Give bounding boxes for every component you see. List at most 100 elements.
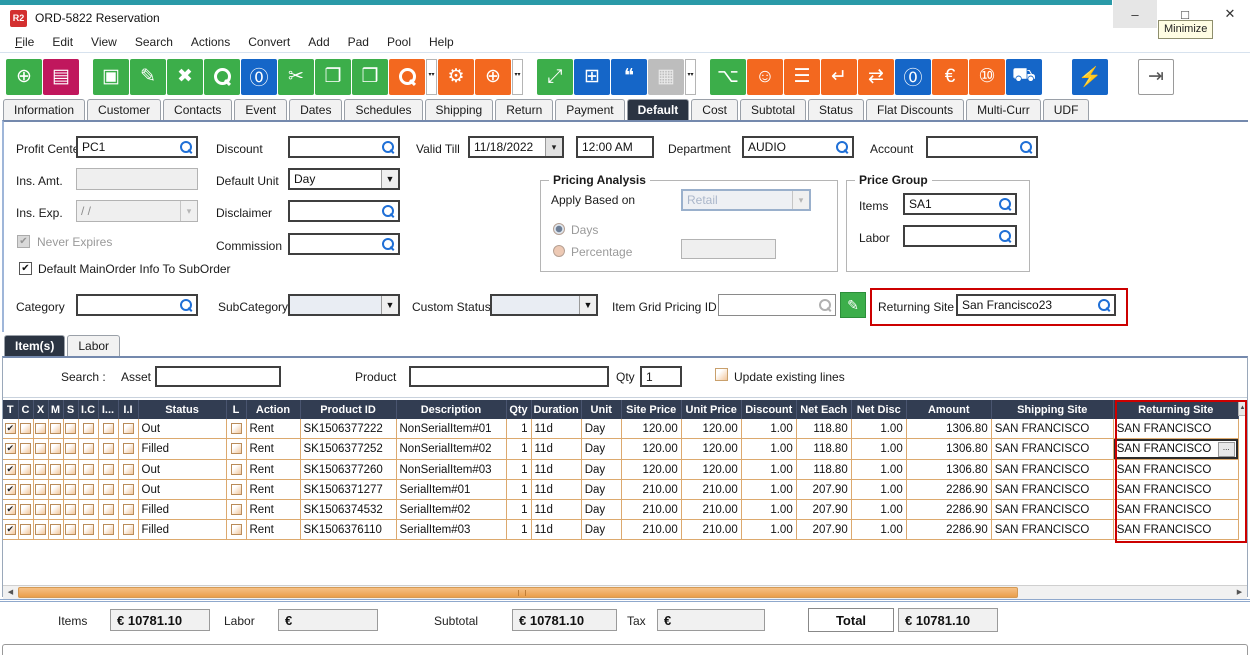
cell-check-I.C[interactable] xyxy=(78,480,98,500)
cut-icon[interactable]: ✂ xyxy=(278,59,314,95)
default-unit-dropdown[interactable]: Day ▼ xyxy=(288,168,400,190)
add-po-icon[interactable]: ⊕ xyxy=(475,59,511,95)
col-amount[interactable]: Amount xyxy=(906,400,991,419)
cell-product-id[interactable]: SK1506374532 xyxy=(300,500,396,520)
paste-icon[interactable]: ❒ xyxy=(352,59,388,95)
cell-net-disc[interactable]: 1.00 xyxy=(851,460,906,480)
copy-icon[interactable]: ❐ xyxy=(315,59,351,95)
cell-check-T[interactable]: ✔ xyxy=(3,419,18,439)
row-checkbox[interactable] xyxy=(123,524,134,535)
product-input[interactable] xyxy=(409,366,609,387)
cell-unit-price[interactable]: 120.00 xyxy=(681,460,741,480)
exchange-box-icon[interactable]: ⇄ xyxy=(858,59,894,95)
cell-check-T[interactable]: ✔ xyxy=(3,520,18,540)
cell-status[interactable]: Out xyxy=(138,419,226,439)
menu-view[interactable]: View xyxy=(82,35,126,49)
cell-l[interactable] xyxy=(226,439,246,460)
cell-product-id[interactable]: SK1506377260 xyxy=(300,460,396,480)
cell-unit[interactable]: Day xyxy=(581,439,621,460)
col-i-[interactable]: I... xyxy=(98,400,118,419)
row-checkbox[interactable] xyxy=(103,443,114,454)
menu-actions[interactable]: Actions xyxy=(182,35,239,49)
cell-unit[interactable]: Day xyxy=(581,460,621,480)
row-checkbox[interactable] xyxy=(123,464,134,475)
cell-shipping-site[interactable]: SAN FRANCISCO xyxy=(991,480,1113,500)
cell-check-I.I[interactable] xyxy=(118,480,138,500)
cell-description[interactable]: NonSerialItem#01 xyxy=(396,419,506,439)
col-status[interactable]: Status xyxy=(138,400,226,419)
cell-check-M[interactable] xyxy=(48,520,63,540)
grid-vertical-scroll-up[interactable]: ▲ xyxy=(1238,401,1247,416)
category-field[interactable] xyxy=(76,294,198,316)
cell-site-price[interactable]: 210.00 xyxy=(621,520,681,540)
col-c[interactable]: C xyxy=(18,400,33,419)
tab-return[interactable]: Return xyxy=(495,99,553,121)
cell-returning-site[interactable]: SAN FRANCISCO xyxy=(1113,520,1238,540)
row-checkbox[interactable] xyxy=(35,423,46,434)
cell-product-id[interactable]: SK1506371277 xyxy=(300,480,396,500)
menu-convert[interactable]: Convert xyxy=(239,35,299,49)
cell-check-X[interactable] xyxy=(33,480,48,500)
row-checkbox[interactable] xyxy=(50,464,61,475)
scroll-right-icon[interactable]: ▶ xyxy=(1233,587,1246,598)
hierarchy-icon[interactable]: ⌥ xyxy=(710,59,746,95)
cell-product-id[interactable]: SK1506376110 xyxy=(300,520,396,540)
cell-check-I.C[interactable] xyxy=(78,460,98,480)
col-product-id[interactable]: Product ID xyxy=(300,400,396,419)
profit-center-search-icon[interactable] xyxy=(180,141,192,153)
row-checkbox[interactable]: ✔ xyxy=(5,423,16,434)
row-checkbox[interactable] xyxy=(231,464,242,475)
cell-qty[interactable]: 1 xyxy=(506,500,531,520)
grid-horizontal-scrollbar[interactable]: ◀ ▶ xyxy=(3,585,1247,599)
row-checkbox[interactable] xyxy=(83,423,94,434)
row-checkbox[interactable] xyxy=(20,464,31,475)
default-unit-dropdown-icon[interactable]: ▼ xyxy=(381,170,398,188)
row-checkbox[interactable] xyxy=(65,423,76,434)
col-x[interactable]: X xyxy=(33,400,48,419)
cell-returning-site[interactable]: SAN FRANCISCO... xyxy=(1113,439,1238,460)
cell-status[interactable]: Filled xyxy=(138,500,226,520)
row-checkbox[interactable] xyxy=(35,484,46,495)
print-icon[interactable]: ▤ xyxy=(43,59,79,95)
row-checkbox[interactable] xyxy=(50,423,61,434)
cell-description[interactable]: SerialItem#01 xyxy=(396,480,506,500)
cell-returning-site[interactable]: SAN FRANCISCO xyxy=(1113,460,1238,480)
cell-unit-price[interactable]: 210.00 xyxy=(681,480,741,500)
cell-description[interactable]: NonSerialItem#03 xyxy=(396,460,506,480)
row-checkbox[interactable] xyxy=(50,443,61,454)
cell-check-I...[interactable] xyxy=(98,500,118,520)
cell-check-I.I[interactable] xyxy=(118,520,138,540)
cell-shipping-site[interactable]: SAN FRANCISCO xyxy=(991,520,1113,540)
cell-discount[interactable]: 1.00 xyxy=(741,419,796,439)
quick-action-icon[interactable]: ⚡ xyxy=(1072,59,1108,95)
row-checkbox[interactable] xyxy=(83,504,94,515)
tab-contacts[interactable]: Contacts xyxy=(163,99,232,121)
custom-status-dropdown-icon[interactable]: ▼ xyxy=(579,296,596,314)
cell-check-I.C[interactable] xyxy=(78,439,98,460)
col-action[interactable]: Action xyxy=(246,400,300,419)
cell-returning-site[interactable]: SAN FRANCISCO xyxy=(1113,500,1238,520)
row-checkbox[interactable] xyxy=(20,484,31,495)
cell-net-each[interactable]: 118.80 xyxy=(796,419,851,439)
row-checkbox[interactable] xyxy=(123,443,134,454)
cell-check-T[interactable]: ✔ xyxy=(3,480,18,500)
discount-field[interactable] xyxy=(288,136,400,158)
menu-search[interactable]: Search xyxy=(126,35,182,49)
subcategory-dropdown-icon[interactable]: ▼ xyxy=(381,296,398,314)
cell-description[interactable]: NonSerialItem#02 xyxy=(396,439,506,460)
cell-check-X[interactable] xyxy=(33,419,48,439)
cell-check-I...[interactable] xyxy=(98,460,118,480)
row-checkbox[interactable] xyxy=(65,504,76,515)
col-net-disc[interactable]: Net Disc xyxy=(851,400,906,419)
row-checkbox[interactable] xyxy=(83,443,94,454)
cell-check-X[interactable] xyxy=(33,520,48,540)
cell-check-M[interactable] xyxy=(48,460,63,480)
default-mainorder-checkbox[interactable]: ✔ xyxy=(19,262,32,275)
col-qty[interactable]: Qty xyxy=(506,400,531,419)
cell-amount[interactable]: 1306.80 xyxy=(906,419,991,439)
returning-site-lookup-button[interactable]: ... xyxy=(1218,442,1235,457)
chat-icon[interactable]: ❝ xyxy=(611,59,647,95)
custom-status-dropdown[interactable]: ▼ xyxy=(490,294,598,316)
price-group-labor-search-icon[interactable] xyxy=(999,230,1011,242)
scrollbar-thumb[interactable] xyxy=(18,587,1018,598)
